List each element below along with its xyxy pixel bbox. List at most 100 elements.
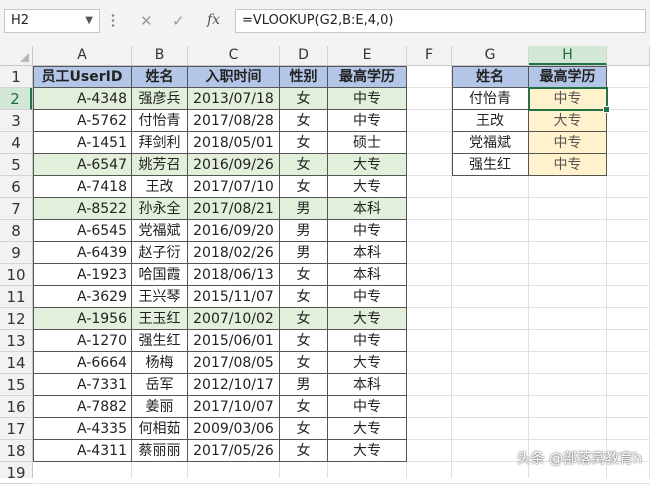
table-cell[interactable]: 2017/08/21 [188,198,280,220]
row-header-11[interactable]: 11 [0,286,32,308]
row-header-3[interactable]: 3 [0,110,32,132]
table-cell[interactable]: A-1451 [33,132,132,154]
table-cell[interactable]: 女 [280,110,328,132]
table-cell[interactable]: 男 [280,242,328,264]
table-cell[interactable]: 2018/02/26 [188,242,280,264]
table-cell[interactable]: 中专 [328,286,407,308]
row-header-14[interactable]: 14 [0,352,32,374]
table-cell[interactable]: 中专 [328,88,407,110]
table-cell[interactable]: 硕士 [328,132,407,154]
table-cell[interactable]: 男 [280,220,328,242]
table-cell[interactable]: 2018/06/13 [188,264,280,286]
table-cell[interactable]: 女 [280,154,328,176]
row-header-10[interactable]: 10 [0,264,32,286]
table-cell[interactable]: 中专 [328,220,407,242]
table-cell[interactable]: A-4348 [33,88,132,110]
table-cell[interactable]: 2018/05/01 [188,132,280,154]
row-header-13[interactable]: 13 [0,330,32,352]
table-cell[interactable]: 本科 [328,198,407,220]
row-header-12[interactable]: 12 [0,308,32,330]
table-cell[interactable]: A-4335 [33,418,132,440]
cancel-icon[interactable]: ✕ [140,12,153,30]
table-cell[interactable]: 大专 [328,308,407,330]
table-cell[interactable]: 2017/07/10 [188,176,280,198]
table-cell[interactable]: 王兴琴 [132,286,188,308]
chevron-down-icon[interactable]: ▼ [85,10,93,32]
table-cell[interactable]: 女 [280,132,328,154]
row-header-15[interactable]: 15 [0,374,32,396]
table-cell[interactable]: 中专 [328,396,407,418]
table-cell[interactable]: 付怡青 [132,110,188,132]
row-header-5[interactable]: 5 [0,154,32,176]
table-cell[interactable]: 杨梅 [132,352,188,374]
lookup-name-cell[interactable]: 王改 [452,110,529,132]
table-cell[interactable]: A-6439 [33,242,132,264]
table-cell[interactable]: 2017/08/05 [188,352,280,374]
table-cell[interactable]: 女 [280,440,328,462]
row-header-9[interactable]: 9 [0,242,32,264]
row-header-17[interactable]: 17 [0,418,32,440]
table-cell[interactable]: 男 [280,198,328,220]
table-cell[interactable]: 本科 [328,374,407,396]
name-box[interactable]: H2 ▼ [4,9,100,33]
table-header-cell[interactable]: 入职时间 [188,66,280,88]
table-cell[interactable]: 2015/11/07 [188,286,280,308]
insert-function-icon[interactable]: fx [207,12,220,28]
drag-handle-icon[interactable] [111,13,115,29]
table-cell[interactable]: 2017/08/28 [188,110,280,132]
lookup-name-cell[interactable]: 付怡青 [452,88,529,110]
table-cell[interactable]: 中专 [328,110,407,132]
column-header-i[interactable] [607,46,650,65]
table-cell[interactable]: 女 [280,88,328,110]
table-cell[interactable]: 女 [280,352,328,374]
lookup-name-cell[interactable]: 党福斌 [452,132,529,154]
column-header-g[interactable]: G [452,46,529,65]
row-header-19[interactable]: 19 [0,462,32,484]
lookup-header-cell[interactable]: 最高学历 [529,66,607,88]
table-cell[interactable]: 王玉红 [132,308,188,330]
table-cell[interactable]: 男 [280,374,328,396]
row-header-8[interactable]: 8 [0,220,32,242]
lookup-header-cell[interactable]: 姓名 [452,66,529,88]
table-cell[interactable]: A-7331 [33,374,132,396]
table-cell[interactable]: A-5762 [33,110,132,132]
table-header-cell[interactable]: 最高学历 [328,66,407,88]
table-cell[interactable]: 2017/05/26 [188,440,280,462]
table-header-cell[interactable]: 姓名 [132,66,188,88]
column-header-h[interactable]: H [529,46,607,65]
table-cell[interactable]: 强生红 [132,330,188,352]
table-cell[interactable]: A-8522 [33,198,132,220]
table-cell[interactable]: 女 [280,264,328,286]
table-cell[interactable]: 2016/09/20 [188,220,280,242]
table-cell[interactable]: A-1923 [33,264,132,286]
table-cell[interactable]: 大专 [328,352,407,374]
row-header-7[interactable]: 7 [0,198,32,220]
row-header-6[interactable]: 6 [0,176,32,198]
table-cell[interactable]: 女 [280,176,328,198]
row-header-2[interactable]: 2 [0,88,32,110]
table-cell[interactable]: 女 [280,308,328,330]
table-cell[interactable]: 2016/09/26 [188,154,280,176]
row-header-16[interactable]: 16 [0,396,32,418]
table-cell[interactable]: 大专 [328,440,407,462]
column-header-f[interactable]: F [407,46,452,65]
table-cell[interactable]: A-6664 [33,352,132,374]
lookup-result-cell[interactable]: 大专 [529,110,607,132]
table-cell[interactable]: 何相茹 [132,418,188,440]
lookup-result-cell[interactable]: 中专 [529,88,607,110]
table-cell[interactable]: 大专 [328,154,407,176]
table-cell[interactable]: 王改 [132,176,188,198]
table-cell[interactable]: 岳军 [132,374,188,396]
column-header-d[interactable]: D [280,46,328,65]
table-cell[interactable]: 强彦兵 [132,88,188,110]
row-header-4[interactable]: 4 [0,132,32,154]
select-all-button[interactable] [0,46,33,65]
table-cell[interactable]: 哈国霞 [132,264,188,286]
table-cell[interactable]: 中专 [328,330,407,352]
row-header-1[interactable]: 1 [0,66,32,88]
column-header-c[interactable]: C [188,46,280,65]
lookup-result-cell[interactable]: 中专 [529,154,607,176]
table-cell[interactable]: 赵子衍 [132,242,188,264]
lookup-result-cell[interactable]: 中专 [529,132,607,154]
table-cell[interactable]: 大专 [328,176,407,198]
